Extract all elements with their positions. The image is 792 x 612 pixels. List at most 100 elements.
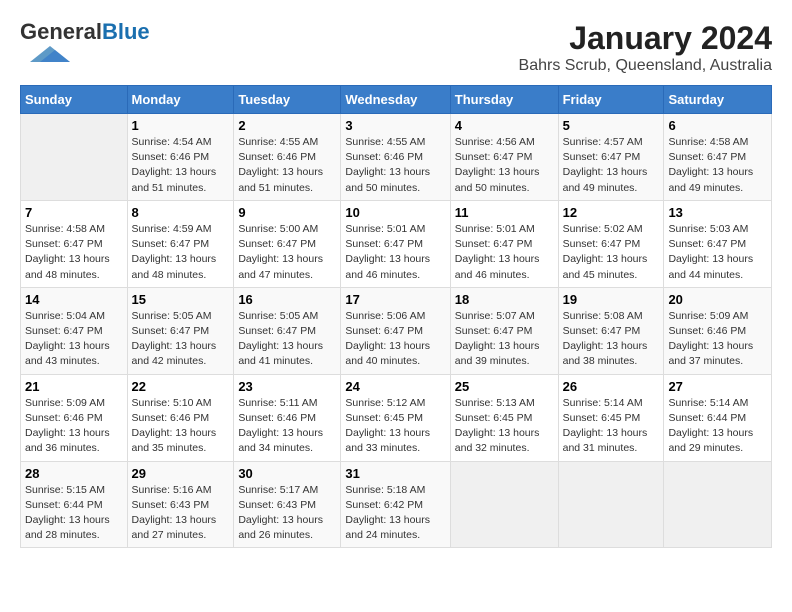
day-number: 28	[25, 466, 123, 481]
calendar-cell: 21Sunrise: 5:09 AMSunset: 6:46 PMDayligh…	[21, 374, 128, 461]
calendar-cell: 7 Sunrise: 4:58 AMSunset: 6:47 PMDaylight…	[21, 200, 128, 287]
calendar-cell	[21, 114, 128, 201]
day-info: Sunrise: 5:09 AMSunset: 6:46 PMDaylight:…	[668, 309, 767, 370]
title-block: January 2024 Bahrs Scrub, Queensland, Au…	[519, 20, 772, 75]
day-info: Sunrise: 5:14 AMSunset: 6:44 PMDaylight:…	[668, 396, 767, 457]
day-number: 22	[132, 379, 230, 394]
day-info: Sunrise: 5:17 AMSunset: 6:43 PMDaylight:…	[238, 483, 336, 544]
day-info: Sunrise: 5:15 AMSunset: 6:44 PMDaylight:…	[25, 483, 123, 544]
calendar-cell: 26Sunrise: 5:14 AMSunset: 6:45 PMDayligh…	[558, 374, 664, 461]
calendar-cell: 22 Sunrise: 5:10 AMSunset: 6:46 PMDayligh…	[127, 374, 234, 461]
page-subtitle: Bahrs Scrub, Queensland, Australia	[519, 57, 772, 75]
day-info: Sunrise: 5:13 AMSunset: 6:45 PMDaylight:…	[455, 396, 554, 457]
calendar-week-row: 21Sunrise: 5:09 AMSunset: 6:46 PMDayligh…	[21, 374, 772, 461]
day-info: Sunrise: 4:58 AMSunset: 6:47 PMDaylight:…	[25, 222, 123, 283]
day-info: Sunrise: 5:11 AMSunset: 6:46 PMDaylight:…	[238, 396, 336, 457]
day-number: 12	[563, 205, 660, 220]
day-info: Sunrise: 4:58 AMSunset: 6:47 PMDaylight:…	[668, 135, 767, 196]
calendar-week-row: 1 Sunrise: 4:54 AMSunset: 6:46 PMDaylight…	[21, 114, 772, 201]
day-number: 5	[563, 118, 660, 133]
day-number: 16	[238, 292, 336, 307]
column-header-saturday: Saturday	[664, 86, 772, 114]
day-info: Sunrise: 4:59 AMSunset: 6:47 PMDaylight:…	[132, 222, 230, 283]
calendar-cell: 11Sunrise: 5:01 AMSunset: 6:47 PMDayligh…	[450, 200, 558, 287]
logo-general-text: General	[20, 19, 102, 44]
column-header-wednesday: Wednesday	[341, 86, 450, 114]
day-info: Sunrise: 5:10 AMSunset: 6:46 PMDaylight:…	[132, 396, 230, 457]
calendar-cell: 20 Sunrise: 5:09 AMSunset: 6:46 PMDayligh…	[664, 287, 772, 374]
calendar-cell: 5 Sunrise: 4:57 AMSunset: 6:47 PMDaylight…	[558, 114, 664, 201]
calendar-cell: 16 Sunrise: 5:05 AMSunset: 6:47 PMDayligh…	[234, 287, 341, 374]
calendar-cell: 8 Sunrise: 4:59 AMSunset: 6:47 PMDaylight…	[127, 200, 234, 287]
calendar-cell: 6 Sunrise: 4:58 AMSunset: 6:47 PMDaylight…	[664, 114, 772, 201]
day-number: 9	[238, 205, 336, 220]
day-number: 11	[455, 205, 554, 220]
day-number: 10	[345, 205, 445, 220]
calendar-cell: 1 Sunrise: 4:54 AMSunset: 6:46 PMDaylight…	[127, 114, 234, 201]
day-number: 4	[455, 118, 554, 133]
column-header-thursday: Thursday	[450, 86, 558, 114]
column-header-sunday: Sunday	[21, 86, 128, 114]
day-info: Sunrise: 5:09 AMSunset: 6:46 PMDaylight:…	[25, 396, 123, 457]
day-number: 30	[238, 466, 336, 481]
calendar-cell: 13 Sunrise: 5:03 AMSunset: 6:47 PMDayligh…	[664, 200, 772, 287]
column-header-monday: Monday	[127, 86, 234, 114]
day-info: Sunrise: 4:55 AMSunset: 6:46 PMDaylight:…	[345, 135, 445, 196]
calendar-cell: 30 Sunrise: 5:17 AMSunset: 6:43 PMDayligh…	[234, 461, 341, 548]
calendar-cell: 18Sunrise: 5:07 AMSunset: 6:47 PMDayligh…	[450, 287, 558, 374]
day-info: Sunrise: 4:55 AMSunset: 6:46 PMDaylight:…	[238, 135, 336, 196]
calendar-cell: 25 Sunrise: 5:13 AMSunset: 6:45 PMDayligh…	[450, 374, 558, 461]
day-number: 25	[455, 379, 554, 394]
day-info: Sunrise: 5:08 AMSunset: 6:47 PMDaylight:…	[563, 309, 660, 370]
day-number: 20	[668, 292, 767, 307]
calendar-cell: 29 Sunrise: 5:16 AMSunset: 6:43 PMDayligh…	[127, 461, 234, 548]
day-info: Sunrise: 5:04 AMSunset: 6:47 PMDaylight:…	[25, 309, 123, 370]
calendar-week-row: 28 Sunrise: 5:15 AMSunset: 6:44 PMDayligh…	[21, 461, 772, 548]
day-info: Sunrise: 5:07 AMSunset: 6:47 PMDaylight:…	[455, 309, 554, 370]
calendar-table: SundayMondayTuesdayWednesdayThursdayFrid…	[20, 85, 772, 548]
day-number: 13	[668, 205, 767, 220]
day-number: 3	[345, 118, 445, 133]
column-header-friday: Friday	[558, 86, 664, 114]
calendar-cell: 2 Sunrise: 4:55 AMSunset: 6:46 PMDaylight…	[234, 114, 341, 201]
calendar-cell: 17Sunrise: 5:06 AMSunset: 6:47 PMDayligh…	[341, 287, 450, 374]
day-info: Sunrise: 5:16 AMSunset: 6:43 PMDaylight:…	[132, 483, 230, 544]
calendar-cell: 4 Sunrise: 4:56 AMSunset: 6:47 PMDaylight…	[450, 114, 558, 201]
day-number: 23	[238, 379, 336, 394]
day-number: 7	[25, 205, 123, 220]
calendar-cell: 19Sunrise: 5:08 AMSunset: 6:47 PMDayligh…	[558, 287, 664, 374]
calendar-cell: 15Sunrise: 5:05 AMSunset: 6:47 PMDayligh…	[127, 287, 234, 374]
logo-blue-text: Blue	[102, 19, 150, 44]
calendar-cell: 12Sunrise: 5:02 AMSunset: 6:47 PMDayligh…	[558, 200, 664, 287]
page-header: GeneralBlue January 2024 Bahrs Scrub, Qu…	[20, 20, 772, 75]
calendar-cell	[450, 461, 558, 548]
day-number: 1	[132, 118, 230, 133]
calendar-cell: 9 Sunrise: 5:00 AMSunset: 6:47 PMDaylight…	[234, 200, 341, 287]
day-info: Sunrise: 5:05 AMSunset: 6:47 PMDaylight:…	[238, 309, 336, 370]
day-info: Sunrise: 5:01 AMSunset: 6:47 PMDaylight:…	[345, 222, 445, 283]
calendar-cell: 10 Sunrise: 5:01 AMSunset: 6:47 PMDayligh…	[341, 200, 450, 287]
day-info: Sunrise: 5:05 AMSunset: 6:47 PMDaylight:…	[132, 309, 230, 370]
day-info: Sunrise: 5:18 AMSunset: 6:42 PMDaylight:…	[345, 483, 445, 544]
calendar-week-row: 14Sunrise: 5:04 AMSunset: 6:47 PMDayligh…	[21, 287, 772, 374]
day-info: Sunrise: 5:00 AMSunset: 6:47 PMDaylight:…	[238, 222, 336, 283]
calendar-week-row: 7 Sunrise: 4:58 AMSunset: 6:47 PMDaylight…	[21, 200, 772, 287]
day-info: Sunrise: 5:03 AMSunset: 6:47 PMDaylight:…	[668, 222, 767, 283]
calendar-cell	[558, 461, 664, 548]
day-number: 8	[132, 205, 230, 220]
day-number: 2	[238, 118, 336, 133]
day-number: 27	[668, 379, 767, 394]
day-info: Sunrise: 4:57 AMSunset: 6:47 PMDaylight:…	[563, 135, 660, 196]
day-number: 24	[345, 379, 445, 394]
day-number: 6	[668, 118, 767, 133]
day-info: Sunrise: 4:54 AMSunset: 6:46 PMDaylight:…	[132, 135, 230, 196]
logo: GeneralBlue	[20, 20, 150, 69]
day-info: Sunrise: 5:12 AMSunset: 6:45 PMDaylight:…	[345, 396, 445, 457]
calendar-cell: 3 Sunrise: 4:55 AMSunset: 6:46 PMDaylight…	[341, 114, 450, 201]
day-info: Sunrise: 4:56 AMSunset: 6:47 PMDaylight:…	[455, 135, 554, 196]
day-number: 29	[132, 466, 230, 481]
calendar-cell	[664, 461, 772, 548]
day-number: 31	[345, 466, 445, 481]
column-header-tuesday: Tuesday	[234, 86, 341, 114]
calendar-cell: 27 Sunrise: 5:14 AMSunset: 6:44 PMDayligh…	[664, 374, 772, 461]
